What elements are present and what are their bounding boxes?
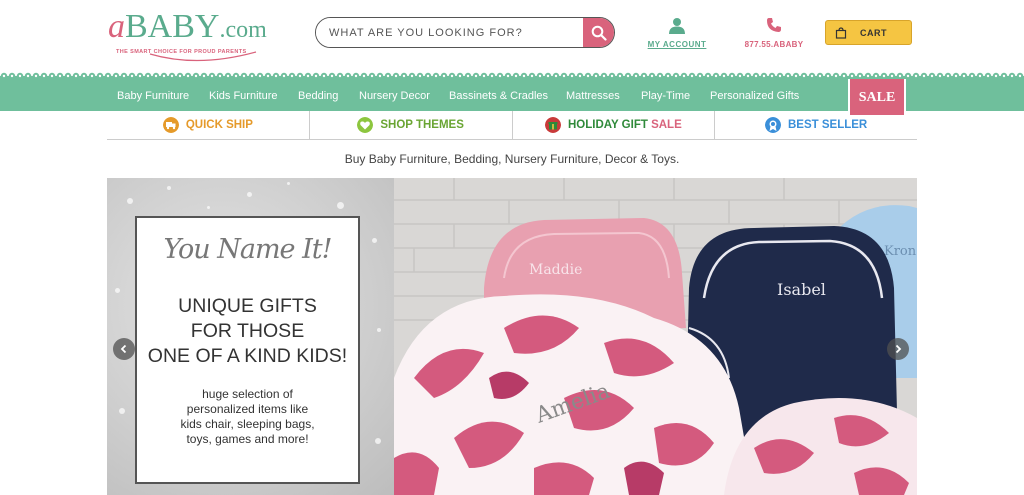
banner-headline-line: FOR THOSE [190,320,305,342]
banner-body-line: kids chair, sleeping bags, [180,417,315,431]
banner-photo-kids-chairs: Kron Isabel Maddie Amelia [394,178,917,495]
banner-body-line: personalized items like [186,402,309,416]
user-icon [669,18,685,34]
nav-play-time[interactable]: Play-Time [641,90,690,102]
holiday-gift-sale-label: HOLIDAY GIFT SALE [568,119,682,131]
cart-icon [835,26,847,39]
banner-headline-line: UNIQUE GIFTS [178,295,317,317]
cart-label: CART [860,27,887,38]
carousel-prev-button[interactable] [113,338,135,360]
site-header: aBABY.com THE SMART CHOICE FOR PROUD PAR… [0,0,1024,72]
truck-icon [162,117,179,133]
chevron-left-icon [120,344,127,354]
nav-mattresses[interactable]: Mattresses [566,90,620,102]
banner-script-title: You Name It! [163,234,333,265]
hero-banner[interactable]: You Name It! UNIQUE GIFTS FOR THOSE ONE … [107,178,917,495]
nav-nursery-decor[interactable]: Nursery Decor [359,90,430,102]
cart-button[interactable]: CART [825,20,912,45]
best-seller-label: BEST SELLER [788,119,868,131]
heart-icon [357,117,374,133]
quick-link-quick-ship[interactable]: QUICK SHIP [107,111,310,139]
logo-com: .com [219,17,267,43]
banner-headline: UNIQUE GIFTS FOR THOSE ONE OF A KIND KID… [137,294,358,369]
chair-name-isabel: Isabel [777,280,826,299]
gift-icon [545,117,561,133]
banner-headline-line: ONE OF A KIND KIDS! [147,345,348,367]
quick-link-shop-themes[interactable]: SHOP THEMES [310,111,513,139]
search-bar [315,17,615,48]
nav-bedding[interactable]: Bedding [298,90,338,102]
nav-kids-furniture[interactable]: Kids Furniture [209,90,277,102]
holiday-gift-text: HOLIDAY GIFT [568,119,652,131]
banner-promo-card: You Name It! UNIQUE GIFTS FOR THOSE ONE … [135,216,360,484]
chair-name-kron: Kron [884,244,917,259]
search-input[interactable] [316,18,583,47]
logo-a: a [108,8,125,45]
phone-contact[interactable]: 877.55.ABABY [738,17,810,49]
quick-link-best-seller[interactable]: BEST SELLER [715,111,917,139]
banner-description: huge selection of personalized items lik… [137,387,358,447]
my-account-label: MY ACCOUNT [647,40,707,49]
carousel-next-button[interactable] [887,338,909,360]
logo-swoosh-icon [149,51,257,62]
site-tagline: Buy Baby Furniture, Bedding, Nursery Fur… [344,152,680,166]
banner-body-line: huge selection of [202,387,293,401]
kids-chairs-illustration: Kron Isabel Maddie Amelia [394,178,917,495]
search-icon [591,25,607,41]
search-button[interactable] [583,18,614,47]
nav-bassinets-cradles[interactable]: Bassinets & Cradles [449,90,548,102]
my-account-link[interactable]: MY ACCOUNT [642,17,712,49]
phone-number: 877.55.ABABY [744,40,804,49]
chevron-right-icon [895,344,902,354]
logo-wordmark: aBABY.com [108,10,268,47]
logo-baby: BABY [125,8,220,45]
banner-body-line: toys, games and more! [186,432,309,446]
sale-label: SALE [858,90,896,105]
nav-baby-furniture[interactable]: Baby Furniture [117,90,189,102]
quick-ship-label: QUICK SHIP [185,119,253,131]
sale-text: SALE [651,119,682,131]
site-logo[interactable]: aBABY.com THE SMART CHOICE FOR PROUD PAR… [108,10,268,62]
chair-name-maddie: Maddie [529,262,582,278]
shop-themes-label: SHOP THEMES [380,119,464,131]
phone-icon [767,18,781,32]
nav-personalized-gifts[interactable]: Personalized Gifts [710,90,799,102]
ribbon-icon [765,117,781,133]
quick-link-holiday-gift-sale[interactable]: HOLIDAY GIFT SALE [513,111,716,139]
quick-links-bar: QUICK SHIP SHOP THEMES HOLIDAY GIFT SALE… [107,111,917,140]
